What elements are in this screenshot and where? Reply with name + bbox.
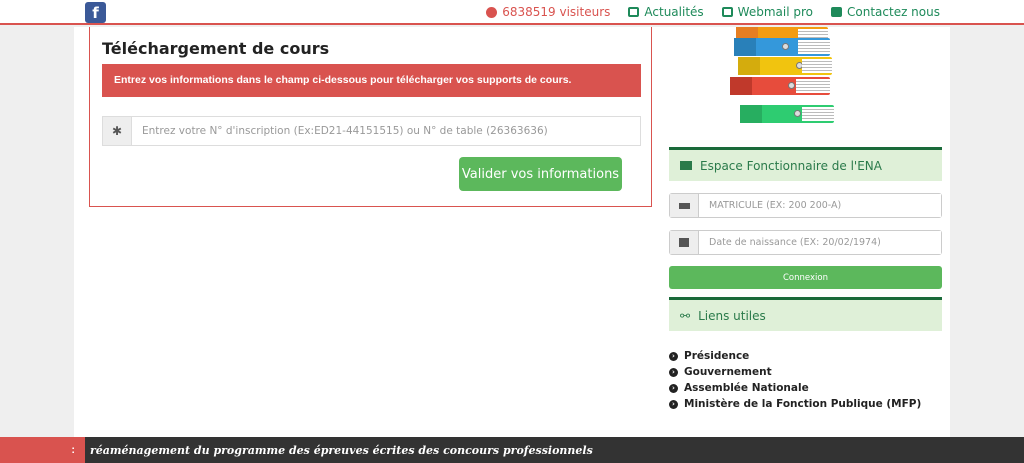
useful-link-label: Assemblée Nationale bbox=[684, 382, 809, 394]
liens-title: Liens utiles bbox=[698, 308, 766, 323]
news-ticker: : réaménagement du programme des épreuve… bbox=[0, 437, 1024, 463]
ticker-text[interactable]: réaménagement du programme des épreuves … bbox=[85, 444, 593, 457]
link-webmail[interactable]: Webmail pro bbox=[721, 5, 813, 19]
arrow-circle-right-icon: › bbox=[669, 383, 678, 393]
connexion-button[interactable]: Connexion bbox=[669, 266, 942, 289]
link-contact-label: Contactez nous bbox=[847, 5, 940, 19]
download-panel: Téléchargement de cours Entrez vos infor… bbox=[89, 27, 652, 207]
newspaper-icon bbox=[628, 7, 640, 17]
useful-link-label: Présidence bbox=[684, 350, 750, 362]
binder-green bbox=[740, 105, 834, 123]
visitor-counter: 6838519 visiteurs bbox=[486, 5, 610, 19]
calendar-icon bbox=[679, 238, 689, 247]
dob-input[interactable] bbox=[699, 231, 941, 254]
registration-input-group: ✱ bbox=[102, 116, 641, 146]
globe-icon bbox=[486, 6, 498, 18]
arrow-circle-right-icon: › bbox=[669, 351, 678, 361]
top-links: 6838519 visiteurs Actualités Webmail pro… bbox=[486, 5, 940, 19]
visitor-count: 6838519 visiteurs bbox=[502, 5, 611, 19]
binders-image bbox=[728, 27, 836, 131]
espace-fonctionnaire-header: Espace Fonctionnaire de l'ENA bbox=[669, 147, 942, 181]
useful-link-label: Gouvernement bbox=[684, 366, 772, 378]
matricule-input-group bbox=[669, 193, 942, 218]
envelope-icon bbox=[721, 7, 733, 17]
useful-link[interactable]: › Présidence bbox=[669, 348, 921, 364]
dob-input-group bbox=[669, 230, 942, 255]
useful-link[interactable]: › Assemblée Nationale bbox=[669, 380, 921, 396]
espace-title: Espace Fonctionnaire de l'ENA bbox=[700, 158, 882, 173]
matricule-input[interactable] bbox=[699, 194, 941, 217]
asterisk-icon: ✱ bbox=[103, 117, 132, 145]
facebook-icon[interactable]: f bbox=[85, 2, 106, 23]
liens-utiles-header: ⚯ Liens utiles bbox=[669, 297, 942, 331]
useful-links-list: › Présidence › Gouvernement › Assemblée Nat… bbox=[669, 348, 921, 412]
link-icon: ⚯ bbox=[680, 308, 691, 323]
arrow-circle-right-icon: › bbox=[669, 399, 678, 409]
graduation-cap-icon bbox=[678, 202, 690, 209]
download-title: Téléchargement de cours bbox=[102, 39, 330, 58]
validate-button[interactable]: Valider vos informations bbox=[459, 157, 622, 191]
useful-link-label: Ministère de la Fonction Publique (MFP) bbox=[684, 398, 922, 410]
useful-link[interactable]: › Gouvernement bbox=[669, 364, 921, 380]
binder-blue bbox=[734, 38, 830, 56]
useful-link[interactable]: › Ministère de la Fonction Publique (MFP) bbox=[669, 396, 921, 412]
link-webmail-label: Webmail pro bbox=[737, 5, 813, 19]
top-bar: f 6838519 visiteurs Actualités Webmail p… bbox=[0, 0, 1024, 25]
link-contact[interactable]: Contactez nous bbox=[831, 5, 940, 19]
download-alert: Entrez vos informations dans le champ ci… bbox=[102, 64, 641, 97]
envelope-icon bbox=[680, 161, 692, 170]
ticker-tag: : bbox=[0, 437, 85, 463]
binder-yellow bbox=[738, 57, 832, 75]
registration-input[interactable] bbox=[132, 117, 640, 145]
link-actualites-label: Actualités bbox=[644, 5, 704, 19]
arrow-circle-right-icon: › bbox=[669, 367, 678, 377]
link-actualites[interactable]: Actualités bbox=[628, 5, 704, 19]
binder-red bbox=[730, 77, 830, 95]
phone-icon bbox=[831, 7, 842, 17]
